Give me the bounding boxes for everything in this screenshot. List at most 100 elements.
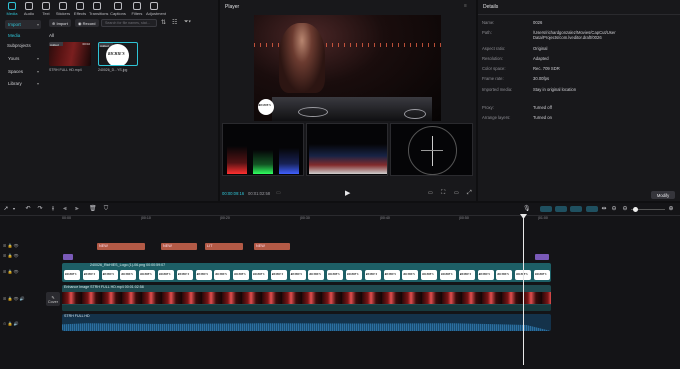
logo-thumbnail-text: RICHIE'S	[422, 272, 434, 276]
text-clip[interactable]: NEW	[97, 243, 145, 250]
audio-clip[interactable]: STRH FULL HD	[62, 314, 551, 331]
stickers-icon	[59, 2, 67, 10]
microphone-icon[interactable]: 🎙	[523, 206, 531, 212]
sidebar-item-import[interactable]: Import ▾	[5, 20, 41, 29]
ruler-tick-label: |00:40	[380, 216, 390, 220]
sidebar-item-yours[interactable]: Yours ▾	[5, 54, 41, 63]
media-clip-logo[interactable]: Added RICHIE'S	[98, 42, 138, 66]
snap-icon[interactable]: ⇹	[601, 206, 607, 212]
zoom-in-icon[interactable]: ⊕	[668, 206, 674, 212]
logo-thumbnail: RICHIE'S	[289, 270, 306, 280]
sidebar-item-label: Spaces	[8, 69, 24, 74]
select-cursor-icon[interactable]: ➚	[3, 206, 9, 212]
split-left-icon[interactable]: ⫷	[62, 206, 68, 212]
menu-icon[interactable]: ≡	[464, 4, 467, 9]
zoom-out-icon[interactable]: ⊖	[611, 206, 617, 212]
toolbar-text-button[interactable]: Text	[38, 2, 54, 18]
auto-snap-toggle[interactable]	[540, 206, 552, 212]
delete-icon[interactable]: 🗑	[89, 206, 97, 212]
undo-icon[interactable]: ↶	[25, 206, 31, 212]
detail-key: Frame rate:	[482, 76, 504, 81]
sticker-clip[interactable]	[63, 254, 73, 260]
toolbar-stickers-button[interactable]: Stickers	[55, 2, 71, 18]
main-video-clip[interactable]: Enhance Image STRH FULL HD.mp4 00:01:02:…	[62, 285, 551, 311]
linkage-toggle[interactable]	[555, 206, 567, 212]
text-clip[interactable]: NEW	[161, 243, 197, 250]
media-clip-video[interactable]: Added 00:02	[49, 42, 91, 66]
filter-icon[interactable]: ⏷▾	[184, 19, 191, 26]
toolbar-media-button[interactable]: Media	[4, 2, 20, 18]
split-icon[interactable]: ⫲	[50, 206, 56, 212]
detail-key: Resolution:	[482, 56, 503, 61]
chevron-down-icon[interactable]: ▾	[11, 206, 17, 212]
toolbar-filters-button[interactable]: Filters	[129, 2, 145, 18]
text-clip[interactable]: LIT	[205, 243, 243, 250]
logo-thumbnail-text: RICHIE'S	[497, 272, 509, 276]
all-tab[interactable]: All	[49, 33, 54, 39]
fullscreen-icon[interactable]: ⤢	[467, 190, 472, 196]
playhead[interactable]	[523, 215, 524, 365]
sticker-clip[interactable]	[535, 254, 549, 260]
quality-icon[interactable]: ▭	[454, 191, 459, 196]
logo-thumbnail: RICHIE'S	[64, 270, 80, 280]
vectorscope	[390, 123, 473, 176]
logo-thumbnail-text: RICHIE'S	[347, 272, 359, 276]
toolbar-effects-button[interactable]: Effects	[72, 2, 88, 18]
toolbar-audio-button[interactable]: Audio	[21, 2, 37, 18]
record-label: Record	[82, 20, 96, 26]
modify-button[interactable]: Modify	[651, 191, 675, 199]
detail-value: Original	[533, 46, 548, 51]
search-input[interactable]: Search for file names, stat...	[101, 19, 157, 27]
record-button[interactable]: ◉ Record	[75, 19, 99, 27]
toolbar-transitions-button[interactable]: Transitions	[89, 2, 108, 18]
ratio-icon[interactable]: ▭	[428, 191, 433, 196]
sidebar-item-library[interactable]: Library ▾	[5, 79, 41, 88]
redo-icon[interactable]: ↷	[37, 206, 43, 212]
logo-thumbnail: RICHIE'S	[440, 270, 456, 280]
logo-thumbnail: RICHIE'S	[383, 270, 400, 280]
view-grid-icon[interactable]: ☷	[172, 20, 177, 26]
logo-thumbnail-text: RICHIE'S	[535, 272, 547, 276]
timecode-toggle-icon[interactable]: ▭	[276, 191, 281, 196]
clip-duration: 00:02	[82, 42, 90, 46]
logo-thumbnail: RICHIE'S	[252, 270, 268, 280]
play-icon[interactable]: ▶	[345, 190, 350, 197]
sidebar-item-media[interactable]: Media	[8, 33, 20, 39]
logo-thumbnail-text: RICHIE'S	[196, 272, 208, 276]
logo-text: RICHIE'S	[258, 104, 271, 107]
sidebar-item-spaces[interactable]: Spaces ▾	[5, 67, 41, 76]
detail-key: Name:	[482, 20, 495, 25]
logo-thumbnail-text: RICHIE'S	[253, 272, 265, 276]
zoom-out-icon[interactable]: ⊖	[622, 206, 628, 212]
cover-button[interactable]: ✎ Cover	[46, 292, 60, 306]
transitions-icon	[93, 2, 101, 10]
richies-logo: RICHIE'S	[106, 44, 129, 65]
zoom-slider-handle[interactable]	[633, 206, 638, 212]
logo-thumbnail-text: RICHIE'S	[290, 272, 302, 276]
toolbar-adjustment-button[interactable]: Adjustment	[146, 2, 167, 18]
current-time: 00:00:09:16	[222, 191, 245, 196]
chevron-down-icon: ▾	[36, 56, 39, 61]
video-preview[interactable]: RICHIE'S	[254, 15, 441, 121]
import-button[interactable]: ⊕ Import	[49, 19, 71, 27]
text-clip[interactable]: NEW	[254, 243, 290, 250]
chevron-down-icon: ▾	[36, 69, 39, 74]
track-link-toggle[interactable]	[586, 206, 598, 212]
detail-value: 30.00fps	[533, 76, 550, 81]
captions-icon	[114, 2, 122, 10]
crop-icon[interactable]: ⛶	[441, 190, 445, 196]
split-right-icon[interactable]: ⫸	[74, 206, 80, 212]
mask-icon[interactable]: ⛉	[103, 206, 109, 212]
media-panel	[0, 0, 218, 201]
vectorscope-trace	[432, 136, 433, 166]
logo-track-clip[interactable]: 240026_RicHIES_Logo (1)-06.png 00:00:59:…	[62, 263, 551, 282]
performer-figure	[279, 23, 325, 93]
sort-icon[interactable]: ⇅	[161, 20, 166, 26]
logo-thumbnail: RICHIE'S	[214, 270, 231, 280]
toolbar-captions-button[interactable]: Captions	[110, 2, 126, 18]
toolbar-label: Adjustment	[146, 11, 167, 16]
preview-axis-toggle[interactable]	[570, 206, 582, 212]
toolbar-label: Media	[6, 11, 18, 16]
sidebar-item-subprojects[interactable]: Subprojects	[7, 43, 31, 49]
logo-thumbnail-text: RICHIE'S	[121, 272, 133, 276]
